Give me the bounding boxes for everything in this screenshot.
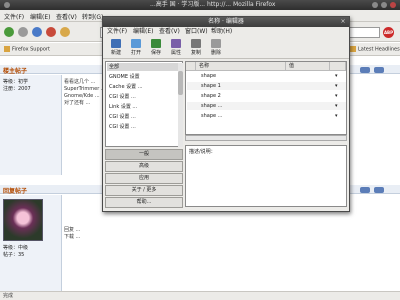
column-header-value[interactable]: 值: [286, 62, 330, 71]
open-icon: [131, 39, 141, 48]
save-icon: [151, 39, 161, 48]
chevron-down-icon[interactable]: ▾: [335, 102, 338, 110]
description-label: 描述/说明：: [189, 149, 216, 155]
horizontal-scrollbar[interactable]: [185, 135, 347, 141]
delete-button[interactable]: 删除: [207, 39, 225, 57]
list-item[interactable]: CGI 设置 ...: [107, 93, 182, 101]
menu-edit[interactable]: 编辑(E): [30, 12, 50, 21]
dialog-menu-help[interactable]: 帮助(H): [211, 27, 232, 37]
reply-button[interactable]: [360, 67, 370, 73]
list-item[interactable]: Cache 设置 ...: [107, 83, 182, 91]
column-header-name[interactable]: 名称: [196, 62, 286, 71]
user-avatar: [3, 199, 43, 241]
dialog-menu-window[interactable]: 窗口(W): [185, 27, 208, 37]
category-list[interactable]: 全部 GNOME 设置 Cache 设置 ... CGI 设置 ... Link…: [105, 61, 183, 147]
column-header-icon[interactable]: [186, 62, 196, 71]
quote-button[interactable]: [374, 67, 384, 73]
apply-button[interactable]: 应用: [105, 173, 183, 184]
stop-icon[interactable]: [46, 27, 56, 37]
bookmark-icon: [4, 46, 10, 52]
description-panel[interactable]: 描述/说明：: [185, 145, 347, 207]
new-icon: [111, 39, 121, 48]
home-icon[interactable]: [60, 27, 70, 37]
property-table[interactable]: 名称 值 shape ▾ shape 1 ▾ shape 2 ▾ shape .…: [185, 61, 347, 135]
minimize-icon[interactable]: [372, 2, 378, 8]
copy-icon: [191, 39, 201, 48]
list-item[interactable]: GNOME 设置: [107, 73, 182, 81]
close-icon[interactable]: [390, 2, 396, 8]
dialog-titlebar: 名称 · 编辑器 ×: [103, 17, 349, 27]
list-item[interactable]: Link 设置 ...: [107, 103, 182, 111]
copy-button[interactable]: 复制: [187, 39, 205, 57]
adblock-icon[interactable]: ABP: [383, 27, 394, 38]
bookmark-icon: [350, 46, 356, 52]
table-row[interactable]: shape ... ▾: [187, 102, 346, 110]
new-button[interactable]: 新建: [107, 39, 125, 57]
reply-button[interactable]: [360, 187, 370, 193]
browser-titlebar: ...高手 国 · 学习版... http://... Mozilla Fire…: [0, 0, 400, 10]
status-bar: 完成: [0, 291, 400, 300]
browser-title: ...高手 国 · 学习版... http://... Mozilla Fire…: [150, 1, 276, 8]
list-item[interactable]: CGI 设置 ...: [107, 123, 182, 131]
dialog-menu-file[interactable]: 文件(F): [107, 27, 127, 37]
table-row[interactable]: shape ... ▾: [187, 112, 346, 120]
post-author-panel: 等级：初学 注册：2007: [0, 75, 62, 175]
table-row[interactable]: shape 2 ▾: [187, 92, 346, 100]
scrollbar-thumb[interactable]: [178, 71, 183, 95]
menu-view[interactable]: 查看(V): [56, 12, 77, 21]
delete-icon: [211, 39, 221, 48]
about-button[interactable]: 关于 / 更多: [105, 185, 183, 196]
table-row[interactable]: shape 1 ▾: [187, 82, 346, 90]
reload-icon[interactable]: [32, 27, 42, 37]
list-item[interactable]: CGI 设置 ...: [107, 113, 182, 121]
dialog-toolbar: 新建 打开 保存 属性 复制 删除: [103, 37, 349, 59]
quote-button[interactable]: [374, 187, 384, 193]
column-header-extra[interactable]: [330, 62, 346, 71]
chevron-down-icon[interactable]: ▾: [335, 92, 338, 100]
properties-button[interactable]: 属性: [167, 39, 185, 57]
back-icon[interactable]: [4, 27, 14, 37]
post-content: 看看这几个 ... SuperTrimmer ... Gnome/Kde ...…: [64, 79, 106, 106]
menu-go[interactable]: 转到(G): [82, 12, 103, 21]
general-button[interactable]: 一般: [105, 149, 183, 160]
bookmark-item[interactable]: Latest Headlines: [350, 46, 400, 53]
properties-icon: [171, 39, 181, 48]
author-info: 等级：初学 注册：2007: [3, 79, 31, 92]
open-button[interactable]: 打开: [127, 39, 145, 57]
poster-name[interactable]: 楼主帖子: [3, 66, 27, 75]
table-row[interactable]: shape ▾: [187, 72, 346, 80]
close-icon[interactable]: ×: [339, 18, 347, 26]
save-button[interactable]: 保存: [147, 39, 165, 57]
window-menu-icon[interactable]: [4, 2, 10, 8]
post-actions-strip: [350, 57, 400, 291]
forward-icon[interactable]: [18, 27, 28, 37]
chevron-down-icon[interactable]: ▾: [335, 72, 338, 80]
vertical-scrollbar[interactable]: [178, 63, 183, 147]
advanced-button[interactable]: 高级: [105, 161, 183, 172]
dialog-menubar: 文件(F) 编辑(E) 查看(V) 窗口(W) 帮助(H): [103, 27, 349, 37]
author-info: 等级：中级 帖子：35: [3, 245, 29, 258]
chevron-down-icon[interactable]: ▾: [335, 82, 338, 90]
editor-dialog: 名称 · 编辑器 × 文件(F) 编辑(E) 查看(V) 窗口(W) 帮助(H)…: [102, 16, 350, 212]
poster-name[interactable]: 回复帖子: [3, 186, 27, 195]
post-content: 回复 ... 下载 ...: [64, 227, 81, 240]
list-item[interactable]: 全部: [107, 63, 182, 71]
chevron-down-icon[interactable]: ▾: [335, 112, 338, 120]
maximize-icon[interactable]: [381, 2, 387, 8]
bookmark-item[interactable]: Firefox Support: [4, 46, 50, 53]
dialog-title: 名称 · 编辑器: [208, 18, 244, 25]
dialog-menu-view[interactable]: 查看(V): [159, 27, 180, 37]
menu-file[interactable]: 文件(F): [4, 12, 24, 21]
help-button[interactable]: 帮助...: [105, 197, 183, 208]
dialog-menu-edit[interactable]: 编辑(E): [133, 27, 153, 37]
